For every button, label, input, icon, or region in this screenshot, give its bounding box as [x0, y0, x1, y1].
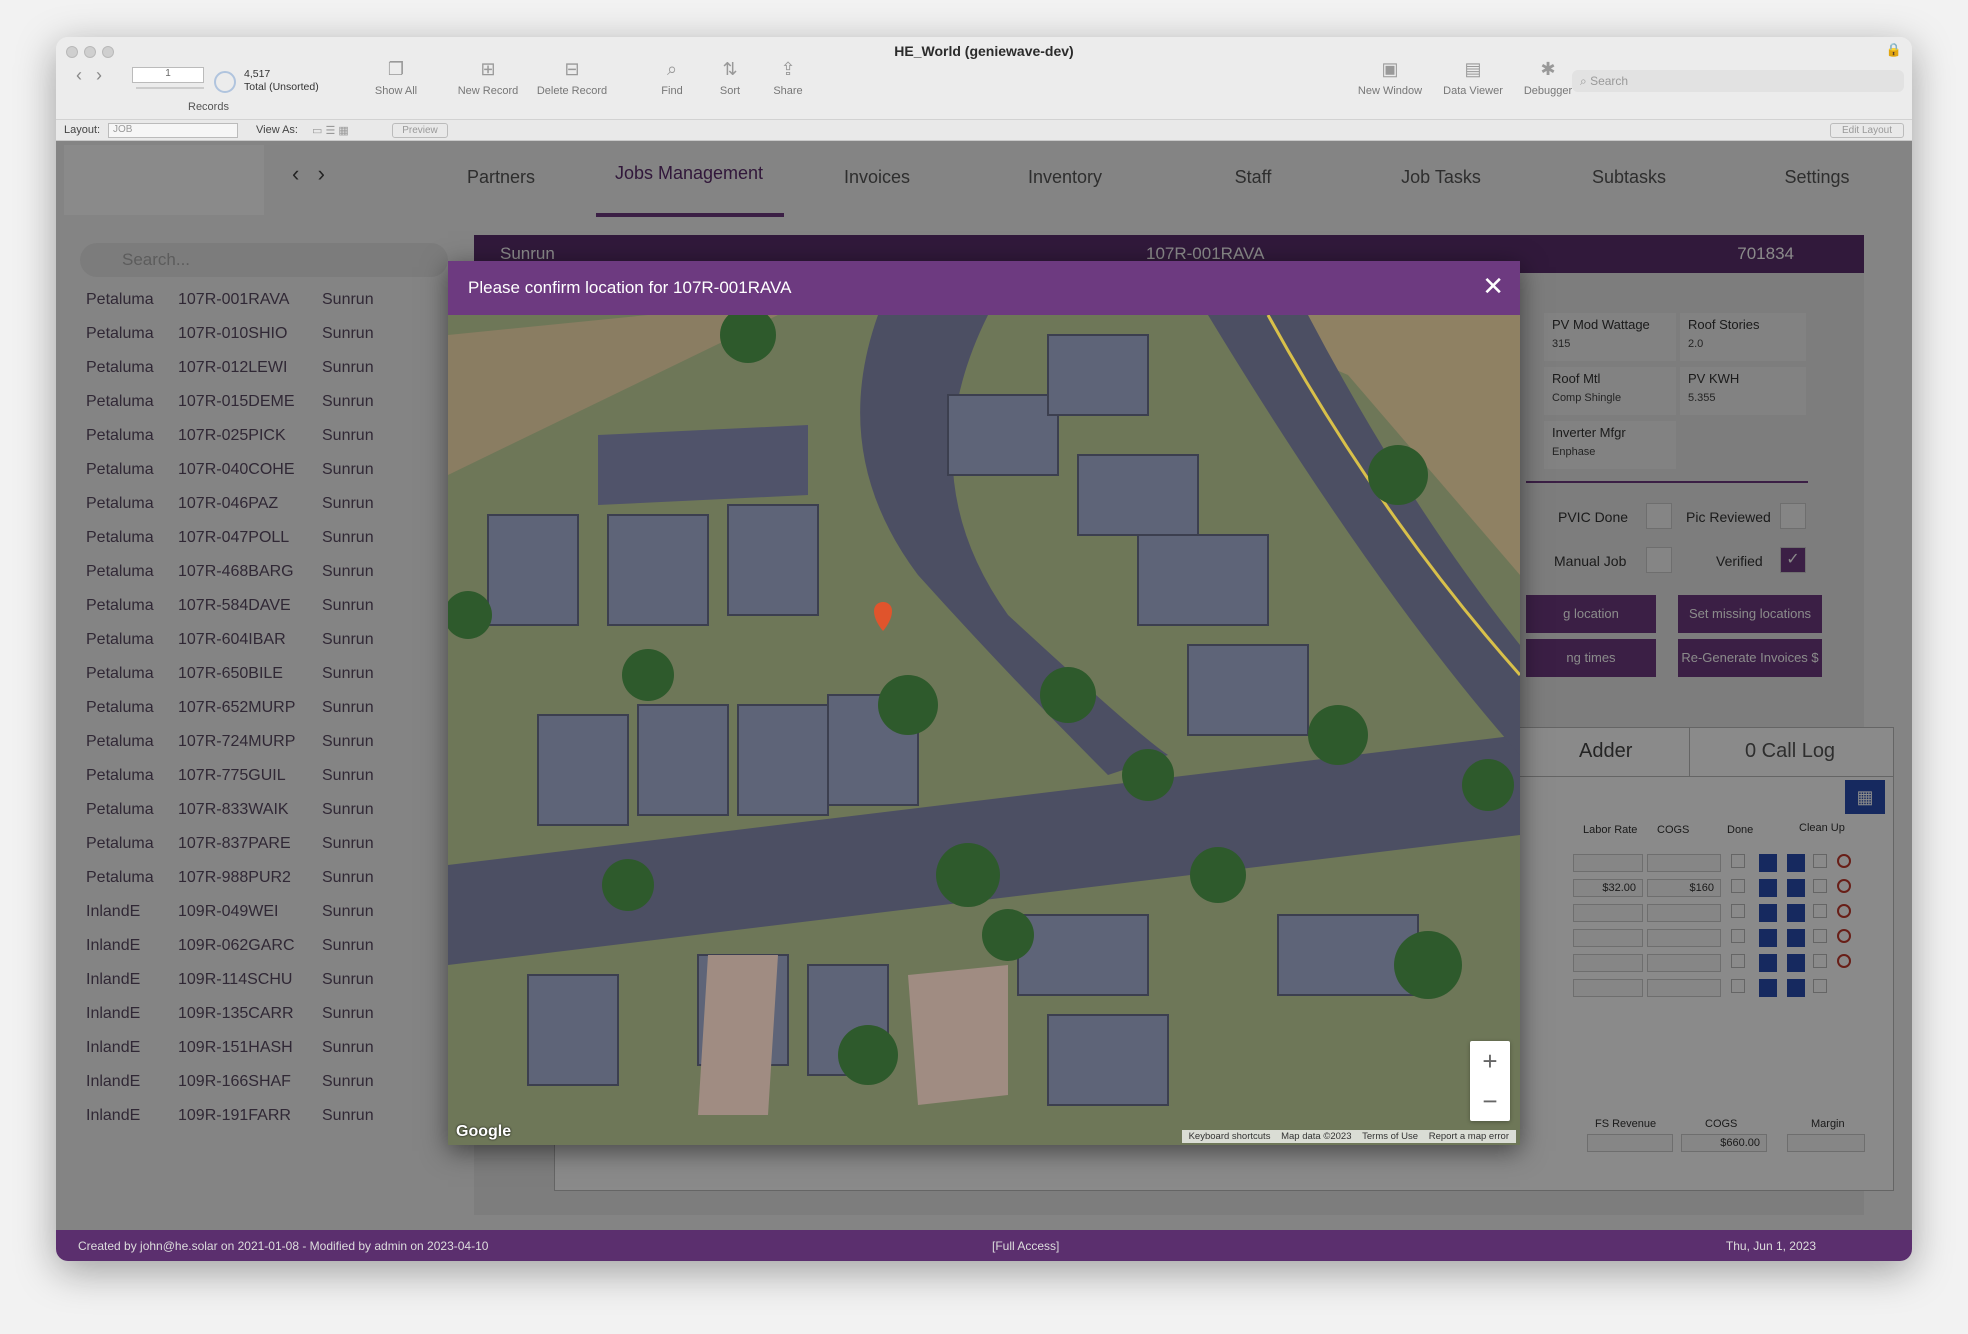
find-button[interactable]: ⌕ Find [652, 57, 692, 97]
records-count: 4,517 Total (Unsorted) [244, 68, 319, 94]
records-pie-icon [214, 71, 236, 93]
map-imagery [448, 315, 1520, 1145]
search-icon: ⌕ [1580, 74, 1591, 88]
new-window-button[interactable]: ▣ New Window [1354, 57, 1426, 97]
report-map-error-link[interactable]: Report a map error [1429, 1131, 1509, 1142]
map-data-text: Map data ©2023 [1281, 1131, 1352, 1142]
modal-title: Please confirm location for 107R-001RAVA [468, 278, 792, 297]
map-attribution: Keyboard shortcuts Map data ©2023 Terms … [1181, 1130, 1516, 1143]
terms-of-use-link[interactable]: Terms of Use [1362, 1131, 1418, 1142]
footer-access: [Full Access] [992, 1239, 1060, 1253]
app-window: HE_World (geniewave-dev) 🔒 ‹› 1 4,517 To… [56, 37, 1912, 1261]
data-viewer-icon: ▤ [1464, 59, 1482, 79]
footer-date: Thu, Jun 1, 2023 [1725, 1239, 1816, 1253]
debugger-button[interactable]: ✱ Debugger [1516, 57, 1580, 97]
edit-layout-button[interactable]: Edit Layout [1830, 123, 1904, 138]
view-as-icons[interactable]: ▭ ☰ ▦ [312, 124, 349, 137]
new-record-button[interactable]: ⊞ New Record [450, 57, 526, 97]
show-all-button[interactable]: ❐ Show All [366, 57, 426, 97]
records-label: Records [188, 101, 229, 113]
window-title: HE_World (geniewave-dev) [894, 43, 1074, 59]
find-icon: ⌕ [666, 59, 678, 79]
layout-select[interactable]: JOB [108, 123, 238, 138]
satellite-map[interactable]: + − Google Keyboard shortcuts Map data ©… [448, 315, 1520, 1145]
close-icon[interactable]: ✕ [1482, 273, 1504, 299]
records-status: Total (Unsorted) [244, 81, 319, 93]
title-bar: HE_World (geniewave-dev) 🔒 ‹› 1 4,517 To… [56, 37, 1912, 119]
toolbar-search-input[interactable]: ⌕ Search [1572, 70, 1904, 92]
zoom-in-button[interactable]: + [1470, 1041, 1510, 1081]
view-as-label: View As: [256, 124, 298, 136]
delete-record-button[interactable]: ⊟ Delete Record [530, 57, 614, 97]
record-nav-arrows[interactable]: ‹› [76, 65, 116, 86]
sort-icon: ⇅ [722, 59, 738, 79]
zoom-out-button[interactable]: − [1470, 1081, 1510, 1121]
layout-bar: Layout: JOB View As: ▭ ☰ ▦ Preview Edit … [56, 119, 1912, 141]
data-viewer-button[interactable]: ▤ Data Viewer [1436, 57, 1510, 97]
debugger-icon: ✱ [1540, 59, 1556, 79]
record-slider[interactable] [136, 87, 204, 89]
footer-created: Created by john@he.solar on 2021-01-08 -… [78, 1239, 489, 1253]
share-icon: ⇪ [780, 59, 796, 79]
layout-label: Layout: [64, 124, 101, 136]
confirm-location-modal: Please confirm location for 107R-001RAVA… [448, 261, 1520, 1145]
status-footer: Created by john@he.solar on 2021-01-08 -… [56, 1230, 1912, 1261]
share-button[interactable]: ⇪ Share [766, 57, 810, 97]
new-window-icon: ▣ [1381, 59, 1399, 79]
sort-button[interactable]: ⇅ Sort [712, 57, 748, 97]
keyboard-shortcuts-link[interactable]: Keyboard shortcuts [1189, 1131, 1271, 1142]
google-logo: Google [456, 1123, 512, 1140]
lock-icon: 🔒 [1885, 42, 1902, 57]
show-all-icon: ❐ [387, 59, 405, 79]
delete-record-icon: ⊟ [564, 59, 580, 79]
map-zoom-control: + − [1470, 1041, 1510, 1121]
preview-button[interactable]: Preview [392, 123, 448, 138]
new-record-icon: ⊞ [480, 59, 496, 79]
records-total: 4,517 [244, 68, 271, 80]
record-number-input[interactable]: 1 [132, 67, 204, 83]
modal-header: Please confirm location for 107R-001RAVA… [448, 261, 1520, 315]
